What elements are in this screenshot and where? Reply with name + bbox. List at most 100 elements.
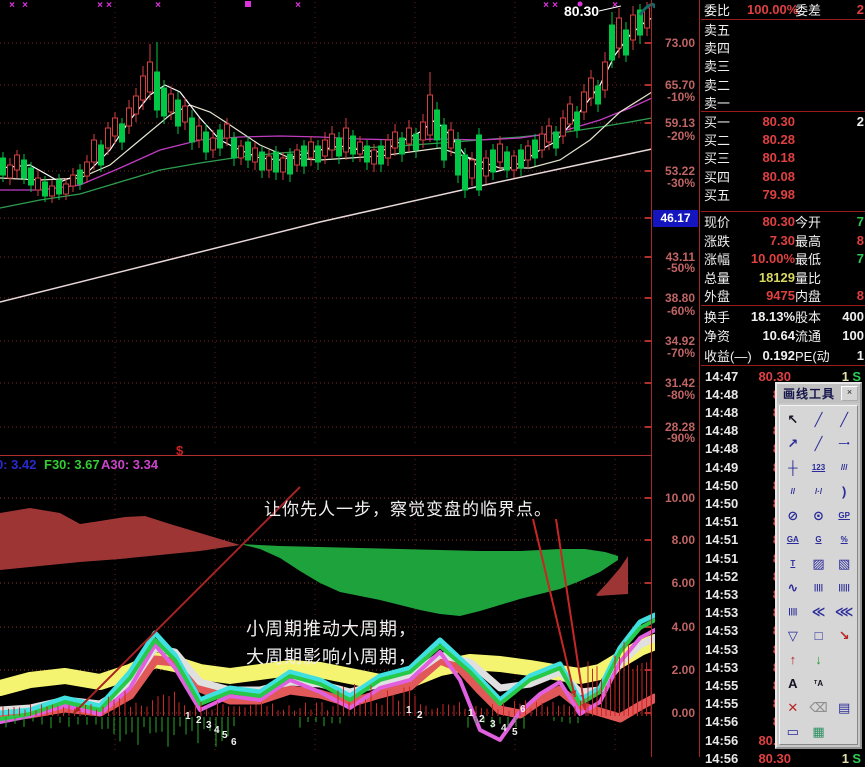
drawing-toolbar-grid: ↖╱╱↗╱—•┼123//////·/)⊘⊙GPGAG%T▨▧∿||||||||… (779, 405, 858, 745)
ask-row: 卖四 (701, 38, 865, 56)
bid-row: 买五79.98 (701, 185, 865, 203)
hatch-band2-icon[interactable]: ▧ (838, 557, 850, 571)
bid-row: 买四80.08 (701, 167, 865, 185)
svg-text:×: × (22, 0, 28, 11)
axis-label: 4.00 (672, 621, 695, 633)
svg-text:2: 2 (479, 714, 485, 725)
note-tool-icon[interactable]: ▤ (838, 701, 850, 715)
up-arrow-icon[interactable]: ↑ (790, 653, 797, 667)
svg-text:5: 5 (222, 730, 228, 741)
ask-row: 卖二 (701, 75, 865, 93)
flag-icon[interactable]: ▽ (788, 629, 798, 643)
ga-tool-icon[interactable]: GA (787, 533, 799, 547)
stat-row: 现价80.30今开7 (701, 212, 865, 231)
weibi-value: 100.00% (747, 2, 795, 17)
time-rule-icon[interactable]: |||| (814, 581, 823, 595)
bid-row: 买二80.28 (701, 130, 865, 148)
svg-text:×: × (106, 0, 112, 11)
delete-tool-icon[interactable]: ✕ (787, 701, 798, 715)
arrow-marker-icon[interactable]: ↘ (839, 629, 850, 643)
vertical-line-icon[interactable]: ┼ (788, 461, 797, 475)
cycle-circle-icon[interactable]: ⊘ (787, 509, 798, 523)
trend-line-icon[interactable]: ╱ (815, 413, 823, 427)
axis-label: 2.00 (672, 664, 695, 676)
weibi-row: 委比 100.00% 委差 2 (701, 0, 865, 19)
g-tool-icon[interactable]: G (815, 533, 821, 547)
svg-text:×: × (155, 0, 161, 11)
price-line-icon[interactable]: —• (839, 437, 850, 451)
gp-tool-icon[interactable]: GP (838, 509, 850, 523)
ask-row: 卖五 (701, 20, 865, 38)
down-arrow-icon[interactable]: ↓ (815, 653, 822, 667)
svg-text:×: × (612, 0, 618, 11)
weicha-value: 2 (829, 2, 865, 17)
svg-text:2: 2 (417, 710, 423, 721)
svg-text:×: × (9, 0, 15, 11)
ruler-icon[interactable]: ▭ (787, 725, 799, 739)
gann-fan-icon[interactable]: ⋘ (835, 605, 854, 619)
arc-icon[interactable]: ) (842, 485, 846, 499)
drawing-toolbar[interactable]: 画线工具 × ↖╱╱↗╱—•┼123//////·/)⊘⊙GPGAG%T▨▧∿|… (775, 382, 862, 749)
zigzag-icon[interactable]: ∿ (787, 581, 798, 595)
erase-tool-icon[interactable]: ⌫ (809, 701, 827, 715)
hatch-band-icon[interactable]: ▨ (812, 557, 824, 571)
text-tool-icon[interactable]: A (788, 677, 797, 691)
drawing-toolbar-titlebar[interactable]: 画线工具 × (777, 384, 860, 403)
svg-text:1: 1 (406, 705, 412, 716)
stat-row: 涨幅10.00%最低7 (701, 249, 865, 268)
numbered-line-icon[interactable]: 123 (812, 461, 825, 475)
time-rule3-icon[interactable]: |||| (788, 605, 797, 619)
svg-text:×: × (295, 0, 301, 11)
bid-row: 买一80.302 (701, 112, 865, 130)
svg-text:2: 2 (196, 715, 202, 726)
annotation-line3: 大周期影响小周期， (246, 643, 417, 669)
axis-border-right (699, 0, 700, 757)
rectangle-icon[interactable]: □ (815, 629, 823, 643)
arrow-line-icon[interactable]: ↗ (787, 437, 798, 451)
svg-text:4: 4 (501, 723, 507, 734)
segment-line-icon[interactable]: ╱ (840, 413, 848, 427)
cursor-icon[interactable]: ↖ (787, 413, 798, 427)
axis-label: 8.00 (672, 534, 695, 546)
text-tool2-icon[interactable]: ᵀA (814, 677, 823, 691)
stat-row: 换手18.13%股本400 (701, 307, 865, 326)
svg-text:3: 3 (206, 720, 212, 731)
stat-row: 涨跌7.30最高8 (701, 231, 865, 250)
ask-row: 卖三 (701, 56, 865, 74)
svg-text:1: 1 (185, 711, 191, 722)
stat-row: 收益(—)0.192PE(动)1 (701, 346, 865, 365)
svg-text:×: × (543, 0, 549, 11)
bid-row: 买三80.18 (701, 148, 865, 166)
indicator-value-clipped: 0: 3.42 (0, 457, 36, 472)
close-icon[interactable]: × (841, 386, 858, 401)
annotation-line1: 让你先人一步，察觉变盘的临界点。 (264, 495, 552, 520)
percent-tool-icon[interactable]: % (841, 533, 848, 547)
drawing-toolbar-title: 画线工具 (783, 385, 835, 402)
fan-lines-icon[interactable]: ≪ (812, 605, 826, 619)
gann-line-icon[interactable]: /·/ (815, 485, 822, 499)
ray-line-icon[interactable]: ╱ (815, 437, 823, 451)
indicator-axis: 10.008.006.004.002.000.00 (653, 0, 699, 757)
svg-text:1: 1 (468, 708, 474, 719)
channel-lines-icon[interactable]: // (791, 485, 795, 499)
last-price-label: 80.30 (564, 3, 599, 19)
t-tool-icon[interactable]: T (790, 557, 795, 571)
time-rule2-icon[interactable]: ||||| (839, 581, 850, 595)
tick-row: 14:5680.301S (701, 749, 865, 767)
ask-row: 卖一 (701, 93, 865, 111)
axis-label: 10.00 (665, 492, 695, 504)
panel-divider (0, 455, 652, 456)
indicator-value-a30: A30: 3.34 (101, 457, 158, 472)
trading-app: { "price_marker": {"text": "80.30"}, "up… (0, 0, 865, 757)
svg-text:4: 4 (214, 725, 220, 736)
stat-row: 总量18129量比 (701, 268, 865, 287)
stat-row: 净资10.64流通100 (701, 326, 865, 345)
svg-text:5: 5 (512, 727, 518, 738)
svg-text:6: 6 (231, 737, 237, 748)
parallel-lines-icon[interactable]: /// (841, 461, 848, 475)
indicator-value-f30: F30: 3.67 (44, 457, 100, 472)
svg-text:×: × (97, 0, 103, 11)
gann-circle-icon[interactable]: ⊙ (813, 509, 824, 523)
svg-text:3: 3 (490, 719, 496, 730)
stats-tool-icon[interactable]: ▦ (812, 725, 824, 739)
